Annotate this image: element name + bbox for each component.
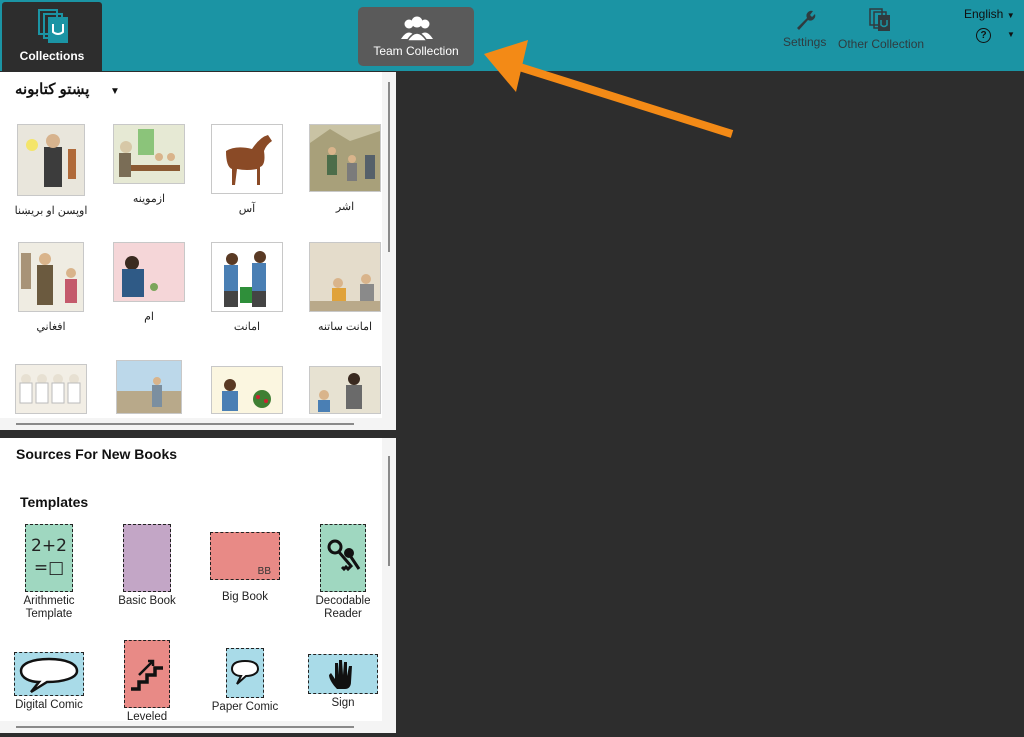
other-collection-label: Other Collection [838, 37, 925, 51]
book-item[interactable]: اشر [302, 124, 388, 213]
book-item[interactable]: ام [106, 242, 192, 323]
hand-icon [308, 654, 378, 694]
book-item[interactable] [8, 364, 94, 423]
collections-icon [37, 8, 69, 49]
template-sign[interactable]: Sign [298, 640, 388, 710]
book-thumbnail [15, 364, 87, 414]
book-item[interactable]: آس [204, 124, 290, 215]
book-item[interactable]: ازموينه [106, 124, 192, 205]
book-label: اشر [335, 201, 355, 213]
book-item[interactable]: امانت [204, 242, 290, 333]
template-basic-book[interactable]: Basic Book [102, 524, 192, 608]
language-label: English [964, 7, 1004, 21]
other-collection-button[interactable]: Other Collection [838, 8, 924, 51]
language-selector[interactable]: English ▼ [964, 7, 1015, 21]
template-digital-comic[interactable]: Digital Comic [4, 640, 94, 712]
settings-button[interactable]: Settings [783, 8, 826, 49]
template-paper-comic[interactable]: Paper Comic [200, 640, 290, 714]
tab-collections[interactable]: Collections [2, 2, 102, 71]
book-label: امانت ساتنه [317, 321, 373, 333]
template-label: Big Book [221, 591, 269, 603]
book-label: ام [144, 311, 154, 323]
book-thumbnail [17, 124, 85, 196]
big-book-icon: BB [210, 532, 280, 580]
basic-book-icon [123, 524, 171, 592]
book-thumbnail [18, 242, 84, 312]
template-decodable-reader[interactable]: Decodable Reader [298, 524, 388, 621]
book-thumbnail [211, 366, 283, 414]
book-thumbnail [116, 360, 182, 414]
collection-panel: پښتو کتابونه ▼ اوپسن او بريښنا ازموينه آ… [0, 72, 396, 430]
book-label: افغاني [36, 321, 66, 333]
sources-vertical-scrollbar[interactable] [382, 438, 396, 733]
template-leveled[interactable]: Leveled [102, 640, 192, 724]
template-label: Sign [331, 697, 355, 709]
collection-menu-chevron-icon[interactable]: ▼ [110, 86, 120, 97]
template-label: Arithmetic Template [23, 595, 75, 620]
book-item[interactable]: اوپسن او بريښنا [8, 124, 94, 217]
sources-horizontal-scrollbar[interactable] [0, 721, 382, 733]
template-label: Paper Comic [211, 701, 279, 713]
sources-title: Sources For New Books [16, 446, 178, 462]
stairs-icon [124, 640, 170, 708]
settings-label: Settings [783, 35, 827, 49]
book-thumbnail [309, 366, 381, 414]
template-label: Digital Comic [15, 699, 83, 711]
sources-panel: Sources For New Books Templates 2+2 =□ Ar… [0, 438, 396, 733]
template-big-book[interactable]: BB Big Book [200, 524, 290, 604]
arithmetic-icon: 2+2 =□ [25, 524, 73, 592]
wrench-icon [793, 10, 817, 33]
templates-title: Templates [20, 494, 89, 510]
book-thumbnail [113, 242, 185, 302]
annotation-arrow-icon [484, 40, 734, 138]
book-preview-pane [407, 72, 1024, 737]
help-chevron-down-icon[interactable]: ▼ [1007, 30, 1015, 39]
template-label: Decodable Reader [315, 595, 371, 620]
other-collection-icon [868, 8, 894, 35]
template-arithmetic[interactable]: 2+2 =□ Arithmetic Template [4, 524, 94, 621]
book-label: امانت [233, 321, 261, 333]
collection-horizontal-scrollbar[interactable] [0, 418, 382, 430]
speech-bubble-icon [226, 648, 264, 698]
book-item[interactable] [302, 366, 388, 423]
book-item[interactable] [106, 360, 192, 423]
book-item[interactable]: امانت ساتنه [302, 242, 388, 333]
team-collection-label: Team Collection [373, 44, 459, 58]
book-label: اوپسن او بريښنا [14, 205, 88, 217]
collection-vertical-scrollbar[interactable] [382, 72, 396, 430]
help-icon[interactable]: ? [976, 28, 991, 43]
book-thumbnail [211, 242, 283, 312]
book-thumbnail [113, 124, 185, 184]
collections-tab-label: Collections [19, 49, 85, 63]
book-label: آس [238, 203, 256, 215]
collection-title[interactable]: پښتو کتابونه [15, 80, 89, 98]
template-label: Basic Book [118, 595, 176, 607]
book-thumbnail [309, 124, 381, 192]
speech-bubble-icon [14, 652, 84, 696]
keys-icon [320, 524, 366, 592]
panel-splitter[interactable] [0, 430, 396, 438]
team-collection-button[interactable]: Team Collection [358, 7, 474, 66]
book-label: ازموينه [132, 193, 166, 205]
chevron-down-icon: ▼ [1006, 11, 1015, 20]
book-item[interactable]: افغاني [8, 242, 94, 333]
book-thumbnail [211, 124, 283, 194]
book-thumbnail [309, 242, 381, 312]
book-item[interactable] [204, 366, 290, 423]
